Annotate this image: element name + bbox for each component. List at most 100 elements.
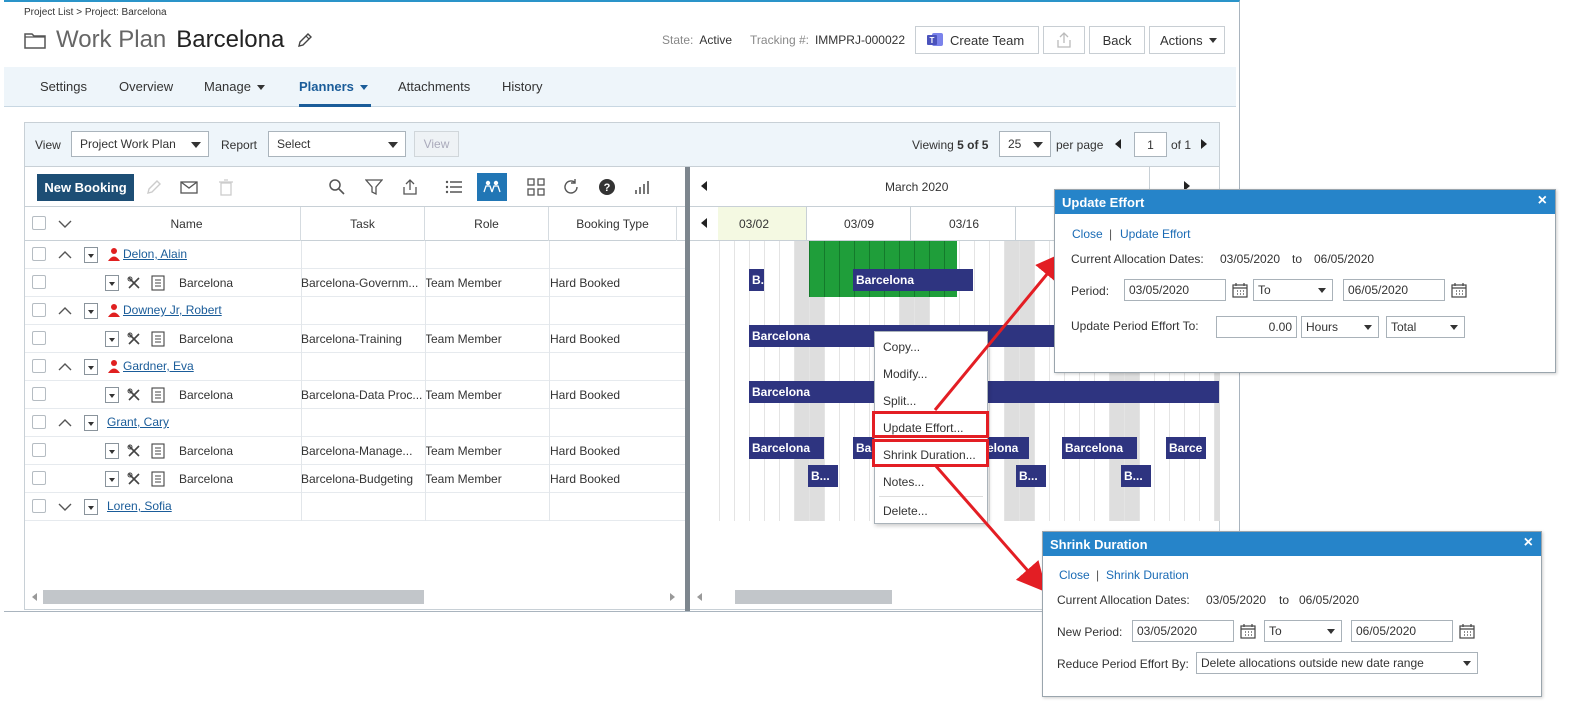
close-icon[interactable]: ×: [1524, 534, 1533, 552]
menu-copy[interactable]: Copy...: [883, 340, 920, 354]
period-from-input[interactable]: 03/05/2020: [1132, 620, 1234, 642]
chevron-up-icon[interactable]: [58, 250, 72, 260]
prev-page-icon[interactable]: [1114, 139, 1122, 149]
grid-icon[interactable]: [527, 178, 545, 196]
row-checkbox[interactable]: [32, 247, 46, 261]
tab-manage[interactable]: Manage: [204, 79, 265, 94]
unit-select[interactable]: Hours: [1301, 316, 1379, 338]
row-checkbox[interactable]: [32, 359, 46, 373]
row-menu-button[interactable]: [84, 303, 98, 319]
row-checkbox[interactable]: [32, 499, 46, 513]
allocation-bar[interactable]: Barcelona: [853, 269, 973, 291]
scrollbar-thumb[interactable]: [735, 590, 892, 604]
resource-name-link[interactable]: Gardner, Eva: [123, 359, 194, 373]
row-menu-button[interactable]: [84, 415, 98, 431]
chevron-up-icon[interactable]: [58, 418, 72, 428]
close-link[interactable]: Close: [1059, 568, 1090, 582]
scroll-left-icon[interactable]: [32, 593, 38, 601]
table-row[interactable]: Gardner, Eva: [25, 353, 685, 381]
allocation-bar[interactable]: Barcelona: [749, 437, 824, 459]
prev-month-icon[interactable]: [700, 181, 708, 191]
tab-attachments[interactable]: Attachments: [398, 79, 470, 94]
reduce-select[interactable]: Delete allocations outside new date rang…: [1196, 652, 1478, 674]
grid-scrollbar[interactable]: [25, 587, 685, 607]
trash-icon[interactable]: [217, 178, 235, 196]
table-row[interactable]: Loren, Sofia: [25, 493, 685, 521]
allocation-bar[interactable]: Barce: [1166, 437, 1206, 459]
row-checkbox[interactable]: [32, 443, 46, 457]
period-mode-select[interactable]: To: [1253, 279, 1333, 301]
resource-name-link[interactable]: Loren, Sofia: [107, 499, 172, 513]
tools-icon[interactable]: [127, 332, 141, 346]
scroll-right-icon[interactable]: [670, 593, 676, 601]
prev-week-icon[interactable]: [700, 218, 708, 228]
row-menu-button[interactable]: [105, 331, 119, 347]
col-name[interactable]: Name: [73, 207, 301, 241]
next-page-icon[interactable]: [1200, 139, 1208, 149]
resource-name-link[interactable]: Downey Jr, Robert: [123, 303, 222, 317]
notes-icon[interactable]: [151, 275, 165, 291]
tab-settings[interactable]: Settings: [40, 79, 87, 94]
table-row[interactable]: Barcelona Barcelona-Budgeting Team Member H…: [25, 465, 685, 493]
row-checkbox[interactable]: [32, 415, 46, 429]
close-link[interactable]: Close: [1072, 227, 1103, 241]
close-icon[interactable]: ×: [1538, 192, 1547, 210]
calendar-icon[interactable]: [1451, 282, 1467, 298]
table-row[interactable]: Delon, Alain: [25, 241, 685, 269]
notes-icon[interactable]: [151, 387, 165, 403]
scroll-left-icon[interactable]: [697, 593, 703, 601]
allocation-bar[interactable]: B...: [1121, 465, 1151, 487]
pencil-icon[interactable]: [296, 31, 314, 49]
scope-select[interactable]: Total: [1386, 316, 1465, 338]
page-input[interactable]: 1: [1134, 132, 1167, 157]
row-menu-button[interactable]: [105, 443, 119, 459]
tab-overview[interactable]: Overview: [119, 79, 173, 94]
col-task[interactable]: Task: [301, 207, 425, 241]
calendar-icon[interactable]: [1232, 282, 1248, 298]
calendar-icon[interactable]: [1459, 623, 1475, 639]
table-row[interactable]: Barcelona Barcelona-Governm... Team Member…: [25, 269, 685, 297]
table-row[interactable]: Downey Jr, Robert: [25, 297, 685, 325]
row-menu-button[interactable]: [105, 471, 119, 487]
allocation-bar[interactable]: elona: [984, 437, 1029, 459]
scrollbar-thumb[interactable]: [43, 590, 424, 604]
row-menu-button[interactable]: [84, 359, 98, 375]
allocation-bar[interactable]: B...: [808, 465, 838, 487]
menu-split[interactable]: Split...: [883, 394, 916, 408]
tools-icon[interactable]: [127, 388, 141, 402]
resource-name-link[interactable]: Delon, Alain: [123, 247, 187, 261]
row-checkbox[interactable]: [32, 275, 46, 289]
help-icon[interactable]: ?: [598, 178, 616, 196]
period-mode-select[interactable]: To: [1264, 620, 1342, 642]
table-row[interactable]: Barcelona Barcelona-Data Proc... Team Memb…: [25, 381, 685, 409]
row-checkbox[interactable]: [32, 331, 46, 345]
calendar-icon[interactable]: [1240, 623, 1256, 639]
chevron-up-icon[interactable]: [58, 306, 72, 316]
view-select[interactable]: Project Work Plan: [71, 131, 209, 157]
col-role[interactable]: Role: [425, 207, 549, 241]
edit-icon[interactable]: [145, 178, 163, 196]
new-booking-button[interactable]: New Booking: [37, 174, 134, 201]
tools-icon[interactable]: [127, 444, 141, 458]
refresh-icon[interactable]: [562, 178, 580, 196]
resource-view-toggle[interactable]: [477, 173, 507, 201]
upload-button[interactable]: [1043, 26, 1086, 54]
actions-button[interactable]: Actions: [1149, 26, 1226, 54]
notes-icon[interactable]: [151, 471, 165, 487]
per-page-select[interactable]: 25: [999, 131, 1051, 157]
chevron-down-icon[interactable]: [58, 502, 72, 512]
row-menu-button[interactable]: [84, 247, 98, 263]
tools-icon[interactable]: [127, 276, 141, 290]
shrink-duration-link[interactable]: Shrink Duration: [1106, 568, 1189, 582]
table-row[interactable]: Barcelona Barcelona-Manage... Team Member H…: [25, 437, 685, 465]
allocation-bar[interactable]: B...: [1016, 465, 1046, 487]
table-row[interactable]: Barcelona Barcelona-Training Team Member Ha…: [25, 325, 685, 353]
create-team-button[interactable]: T Create Team: [915, 26, 1040, 54]
export-icon[interactable]: [401, 178, 419, 196]
report-select[interactable]: Select: [268, 131, 406, 157]
notes-icon[interactable]: [151, 443, 165, 459]
effort-input[interactable]: 0.00: [1216, 316, 1297, 338]
chevron-up-icon[interactable]: [58, 362, 72, 372]
view-button[interactable]: View: [414, 131, 459, 157]
chart-icon[interactable]: [634, 178, 652, 196]
